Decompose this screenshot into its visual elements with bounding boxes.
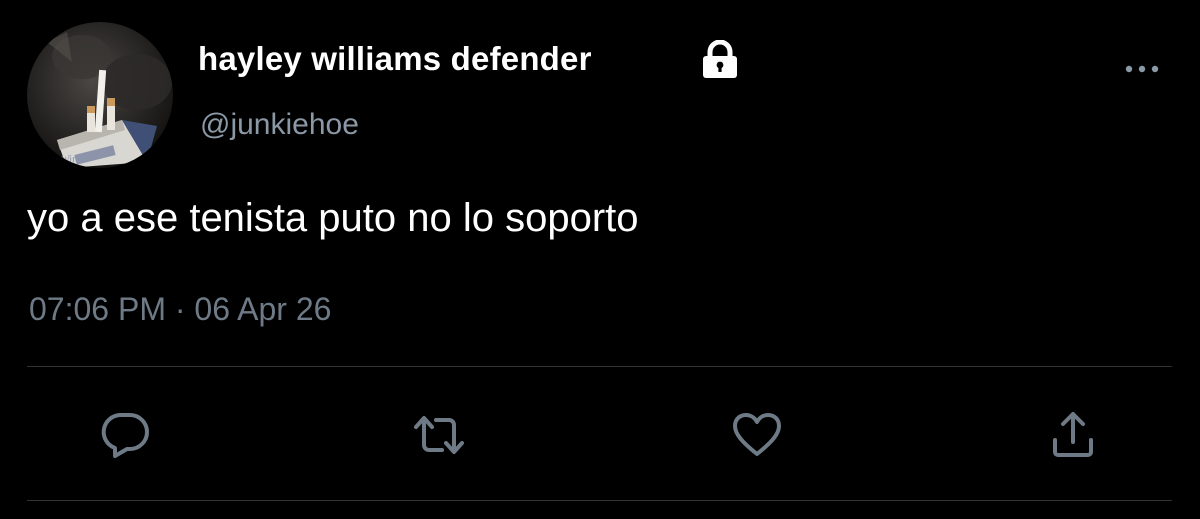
heart-icon	[733, 413, 781, 456]
meta-separator: ·	[174, 291, 186, 327]
divider	[27, 500, 1172, 501]
lock-icon	[700, 39, 740, 78]
share-button[interactable]	[1046, 410, 1100, 460]
reply-button[interactable]	[98, 410, 152, 460]
tweet-date: 06 Apr 26	[194, 291, 332, 327]
tweet-card: Winst hayley williams defender @junkieho…	[0, 0, 1200, 519]
display-name[interactable]: hayley williams defender	[198, 40, 592, 78]
tweet-time: 07:06 PM	[29, 291, 166, 327]
tweet-timestamp: 07:06 PM · 06 Apr 26	[29, 291, 331, 328]
avatar-image: Winst	[47, 32, 172, 168]
retweet-button[interactable]	[412, 410, 466, 460]
avatar[interactable]: Winst	[27, 22, 173, 168]
divider	[27, 366, 1172, 367]
user-handle[interactable]: @junkiehoe	[200, 108, 359, 142]
more-icon[interactable]	[1124, 62, 1160, 76]
share-icon	[1053, 412, 1093, 457]
reply-icon	[101, 413, 149, 458]
retweet-icon	[414, 416, 464, 454]
like-button[interactable]	[730, 410, 784, 460]
tweet-text: yo a ese tenista puto no lo soporto	[27, 196, 639, 240]
